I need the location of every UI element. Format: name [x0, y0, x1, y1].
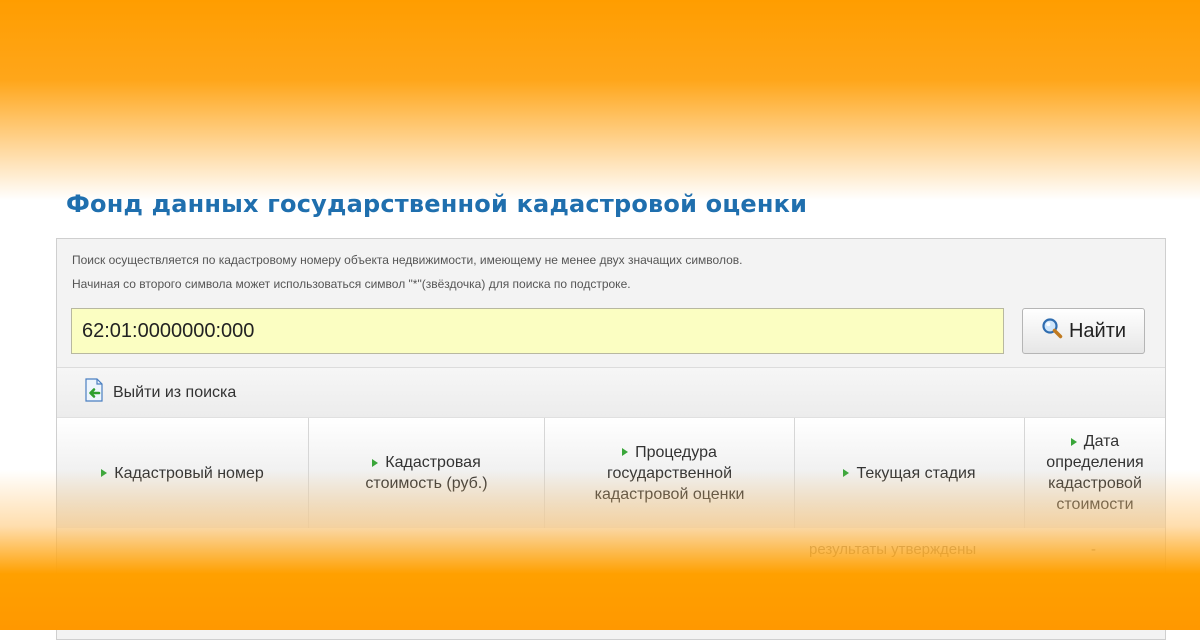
- column-cadastral-number[interactable]: Кадастровый номер: [57, 418, 309, 528]
- search-panel: Поиск осуществляется по кадастровому ном…: [56, 238, 1166, 640]
- search-button[interactable]: Найти: [1022, 308, 1145, 354]
- table-row: результаты утверждены -: [57, 527, 1165, 567]
- column-label: кадастровой: [1048, 475, 1142, 492]
- column-date[interactable]: Дата определения кадастровой стоимости: [1025, 418, 1165, 528]
- search-button-label: Найти: [1068, 319, 1127, 342]
- column-label: Дата: [1083, 433, 1120, 450]
- sort-arrow-icon: [843, 469, 850, 478]
- column-cadastral-value[interactable]: Кадастровая стоимость (руб.): [309, 418, 545, 528]
- cell-current-stage: результаты утверждены: [809, 541, 977, 558]
- column-label: кадастровой оценки: [594, 485, 745, 503]
- orange-background-top: [0, 0, 1200, 200]
- exit-search-label: Выйти из поиска: [113, 383, 237, 401]
- sort-arrow-icon: [372, 458, 379, 467]
- column-label: государственной: [606, 464, 733, 482]
- column-label: стоимости: [1056, 496, 1134, 513]
- search-icon: [1041, 317, 1063, 345]
- search-hint-line1: Поиск осуществляется по кадастровому ном…: [72, 253, 743, 267]
- column-label: Процедура: [635, 443, 717, 461]
- column-procedure[interactable]: Процедура государственной кадастровой оц…: [545, 418, 795, 528]
- column-label: Кадастровый номер: [114, 464, 264, 482]
- sort-arrow-icon: [1070, 437, 1077, 446]
- sort-arrow-icon: [101, 469, 108, 478]
- exit-row: Выйти из поиска: [57, 367, 1165, 418]
- column-label: определения: [1046, 454, 1144, 471]
- sort-arrow-icon: [622, 448, 629, 457]
- results-table-header: Кадастровый номер Кадастровая стоимость …: [57, 417, 1165, 528]
- cell-date: -: [1091, 541, 1096, 558]
- cadastral-number-input[interactable]: 62:01:0000000:000: [71, 308, 1004, 354]
- column-current-stage[interactable]: Текущая стадия: [795, 418, 1025, 528]
- column-label: Текущая стадия: [856, 464, 976, 482]
- column-label: Кадастровая: [385, 454, 481, 471]
- exit-search-link[interactable]: Выйти из поиска: [83, 378, 236, 407]
- page-title: Фонд данных государственной кадастровой …: [66, 190, 808, 218]
- exit-search-icon: [83, 378, 105, 407]
- column-label: стоимость (руб.): [365, 475, 488, 492]
- search-hint-line2: Начиная со второго символа может использ…: [72, 277, 631, 291]
